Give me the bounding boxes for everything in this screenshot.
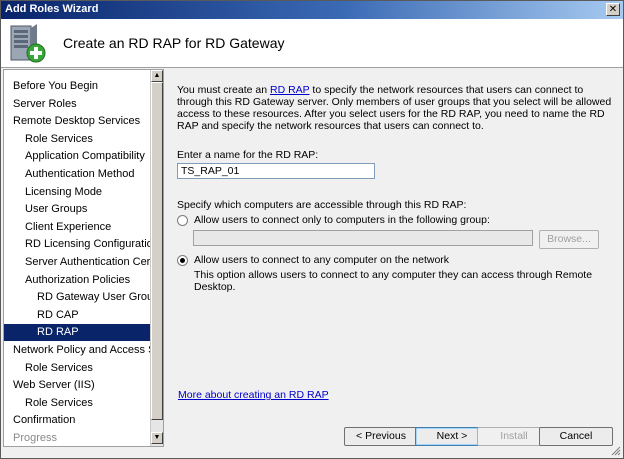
- nav-item[interactable]: Network Policy and Access Services: [4, 342, 150, 359]
- browse-button[interactable]: Browse...: [539, 230, 599, 249]
- size-grip-icon[interactable]: [611, 446, 621, 456]
- wizard-content: You must create an RD RAP to specify the…: [165, 69, 623, 447]
- wizard-step-list: Before You Begin Server Roles Remote Deskt…: [3, 69, 164, 447]
- window-title: Add Roles Wizard: [5, 3, 99, 15]
- nav-item[interactable]: RD Licensing Configuration: [4, 236, 150, 253]
- scroll-down-icon[interactable]: ▼: [151, 432, 163, 444]
- nav-item[interactable]: Role Services: [4, 131, 150, 148]
- nav-scrollbar[interactable]: ▲ ▼: [150, 70, 163, 446]
- name-label: Enter a name for the RD RAP:: [177, 149, 319, 161]
- radio-any-computer[interactable]: [177, 255, 188, 266]
- nav-item[interactable]: Role Services: [4, 360, 150, 377]
- add-roles-wizard-window: Add Roles Wizard ✕ Create an RD RAP for …: [0, 0, 624, 459]
- intro-text-part: You must create an: [177, 84, 271, 96]
- nav-item[interactable]: RD RAP: [4, 324, 150, 342]
- nav-item[interactable]: Application Compatibility: [4, 148, 150, 165]
- close-icon[interactable]: ✕: [606, 3, 620, 16]
- page-title: Create an RD RAP for RD Gateway: [63, 35, 285, 51]
- nav-item[interactable]: Remote Desktop Services: [4, 113, 150, 130]
- nav-item[interactable]: Progress: [4, 430, 150, 446]
- nav-item[interactable]: Role Services: [4, 395, 150, 412]
- server-add-icon: [10, 24, 46, 63]
- scroll-up-icon[interactable]: ▲: [151, 70, 163, 82]
- nav-item[interactable]: Before You Begin: [4, 78, 150, 95]
- intro-text: You must create an RD RAP to specify the…: [177, 84, 613, 132]
- radio-any-computer-label[interactable]: Allow users to connect to any computer o…: [194, 254, 449, 266]
- nav-item[interactable]: Licensing Mode: [4, 184, 150, 201]
- any-computer-description: This option allows users to connect to a…: [194, 269, 593, 293]
- nav-item[interactable]: User Groups: [4, 201, 150, 218]
- wizard-header: Create an RD RAP for RD Gateway: [1, 19, 623, 68]
- rap-name-input[interactable]: TS_RAP_01: [177, 163, 375, 179]
- more-about-rd-rap-link[interactable]: More about creating an RD RAP: [178, 389, 329, 401]
- previous-button[interactable]: < Previous: [344, 427, 418, 446]
- computer-group-input[interactable]: [193, 230, 533, 246]
- cancel-button[interactable]: Cancel: [539, 427, 613, 446]
- nav-item[interactable]: RD Gateway User Groups: [4, 289, 150, 306]
- radio-computer-group[interactable]: [177, 215, 188, 226]
- nav-item[interactable]: Confirmation: [4, 412, 150, 429]
- title-bar[interactable]: Add Roles Wizard ✕: [1, 1, 623, 19]
- nav-item[interactable]: Web Server (IIS): [4, 377, 150, 394]
- scroll-thumb[interactable]: [151, 82, 163, 420]
- nav-item[interactable]: Server Authentication Certificate: [4, 254, 150, 271]
- nav-item[interactable]: Authorization Policies: [4, 272, 150, 289]
- nav-item[interactable]: Server Roles: [4, 96, 150, 113]
- radio-computer-group-label[interactable]: Allow users to connect only to computers…: [194, 214, 490, 226]
- nav-item[interactable]: RD CAP: [4, 307, 150, 324]
- computers-label: Specify which computers are accessible t…: [177, 199, 467, 211]
- nav-item[interactable]: Client Experience: [4, 219, 150, 236]
- rd-rap-link[interactable]: RD RAP: [270, 84, 309, 96]
- nav-item[interactable]: Authentication Method: [4, 166, 150, 183]
